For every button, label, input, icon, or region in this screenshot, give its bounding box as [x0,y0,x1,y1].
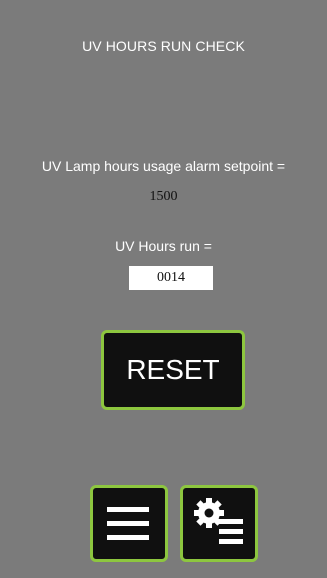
uv-hours-screen: UV HOURS RUN CHECK UV Lamp hours usage a… [0,0,327,578]
gear-list-settings-icon [194,498,243,544]
hamburger-menu-icon [107,507,149,540]
reset-button[interactable]: RESET [101,330,245,410]
setpoint-label: UV Lamp hours usage alarm setpoint = [41,158,286,174]
settings-button[interactable] [180,485,258,562]
hours-run-value: 0014 [129,266,213,290]
setpoint-value: 1500 [149,189,178,204]
menu-button[interactable] [90,485,168,562]
page-title: UV HOURS RUN CHECK [82,38,245,54]
hours-run-label: UV Hours run = [115,238,212,254]
